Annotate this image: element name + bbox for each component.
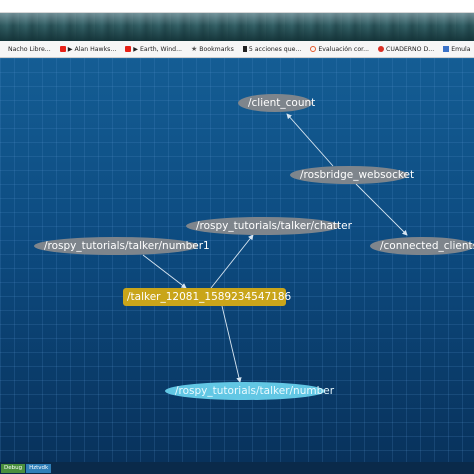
bookmark-label: Emula xyxy=(451,45,471,53)
edge-talker-to-number xyxy=(221,305,242,383)
bookmark-item[interactable]: 5 acciones que... xyxy=(242,45,302,53)
star-icon: ★ xyxy=(191,45,198,53)
browser-theme-banner xyxy=(0,13,474,41)
status-debug[interactable]: Debug xyxy=(1,463,26,473)
ros-graph-canvas[interactable]: /client_count /rosbridge_websocket /rosp… xyxy=(0,58,474,462)
bookmark-label: Evaluación cor... xyxy=(318,45,369,53)
node-talker[interactable]: /talker_12081_1589234547186 xyxy=(123,288,291,306)
bookmark-item[interactable]: Nacho Libre... xyxy=(0,46,51,53)
bookmark-label: ▶ Earth, Wind... xyxy=(133,45,182,53)
youtube-icon xyxy=(59,46,66,52)
doc-icon xyxy=(443,46,450,52)
topic-number[interactable]: /rospy_tutorials/talker/number xyxy=(165,382,334,400)
generic-icon xyxy=(0,46,6,52)
bookmark-item[interactable]: ★ Bookmarks xyxy=(191,46,234,53)
edge-websocket-to-connected-clients xyxy=(355,183,408,236)
bar-icon xyxy=(242,46,247,52)
topic-client-count[interactable]: /client_count xyxy=(238,94,315,112)
graph-edges xyxy=(142,113,408,383)
bookmark-item[interactable]: CUADERNO D... xyxy=(378,46,434,53)
bookmark-label: Nacho Libre... xyxy=(8,45,51,53)
bookmark-label: CUADERNO D... xyxy=(386,45,435,53)
bookmarks-bar: Nacho Libre... ▶ Alan Hawks... ▶ Earth, … xyxy=(0,41,474,58)
red-icon xyxy=(378,46,384,52)
edge-talker-to-chatter xyxy=(210,234,254,289)
circle-icon xyxy=(310,46,317,52)
edge-number1-to-talker xyxy=(142,254,187,289)
bookmark-label: ▶ Alan Hawks... xyxy=(67,45,117,53)
browser-top-bar xyxy=(0,0,474,13)
bookmark-label: Bookmarks xyxy=(199,45,234,53)
status-bar: Debug Hztvdk xyxy=(0,462,474,474)
status-item[interactable]: Hztvdk xyxy=(26,463,52,473)
bookmark-item[interactable]: Emula xyxy=(443,45,471,53)
bookmark-item[interactable]: Evaluación cor... xyxy=(310,46,369,53)
youtube-icon xyxy=(125,46,132,52)
topic-connected-clients[interactable]: /connected_clients xyxy=(370,237,474,255)
bookmark-item[interactable]: ▶ Earth, Wind... xyxy=(125,46,182,53)
topic-number1[interactable]: /rospy_tutorials/talker/number1 xyxy=(34,237,210,255)
bookmark-label: 5 acciones que... xyxy=(248,45,302,53)
edge-websocket-to-client-count xyxy=(286,113,334,167)
bookmark-item[interactable]: ▶ Alan Hawks... xyxy=(59,45,117,53)
topic-chatter[interactable]: /rospy_tutorials/talker/chatter xyxy=(186,217,352,235)
node-rosbridge-websocket[interactable]: /rosbridge_websocket xyxy=(290,166,414,184)
